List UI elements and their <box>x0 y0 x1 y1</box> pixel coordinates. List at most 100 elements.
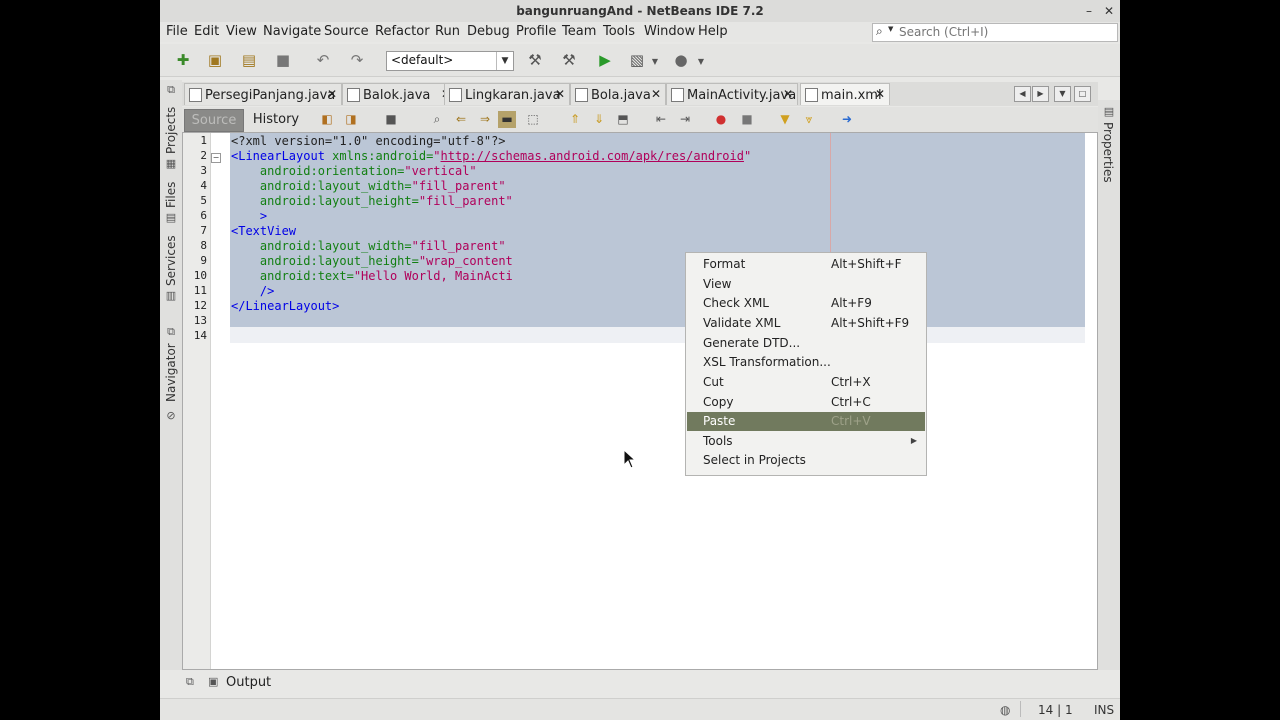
toggle-highlight-icon[interactable]: ▬ <box>498 111 516 128</box>
validate-xml-icon[interactable]: ⩔ <box>800 111 818 128</box>
menu-tools[interactable]: Tools <box>603 24 635 39</box>
menu-help[interactable]: Help <box>698 24 728 39</box>
menu-edit[interactable]: Edit <box>194 24 219 39</box>
menu-file[interactable]: File <box>166 24 188 39</box>
properties-tab[interactable]: Properties <box>1101 122 1115 183</box>
save-all-icon[interactable]: ■ <box>272 50 294 70</box>
menu-item-copy[interactable]: Copy Ctrl+C <box>687 393 925 412</box>
menu-item-select-in-projects[interactable]: Select in Projects <box>687 451 925 470</box>
search-dropdown-icon[interactable]: ▼ <box>888 25 893 33</box>
menu-item-xsl-transformation[interactable]: XSL Transformation... <box>687 353 925 372</box>
show-opened-documents-icon[interactable]: ▼ <box>1054 86 1071 102</box>
close-icon[interactable]: ✕ <box>1101 3 1117 19</box>
close-icon[interactable]: ✕ <box>783 87 793 101</box>
find-icon[interactable]: ⌕ <box>428 111 446 128</box>
build-hammer-icon[interactable]: ⚒ <box>524 50 546 70</box>
new-file-icon[interactable]: ✚ <box>172 50 194 70</box>
minimize-icon[interactable]: – <box>1081 3 1097 19</box>
menu-item-tools[interactable]: Tools ▶ <box>687 432 925 451</box>
menu-navigate[interactable]: Navigate <box>263 24 321 39</box>
menu-refactor[interactable]: Refactor <box>375 24 430 39</box>
files-tab[interactable]: Files <box>164 182 178 208</box>
menu-source[interactable]: Source <box>324 24 369 39</box>
next-bookmark-icon[interactable]: ⇓ <box>590 111 608 128</box>
scroll-tabs-left-icon[interactable]: ◀ <box>1014 86 1031 102</box>
search-box[interactable]: ⌕ ▼ <box>872 23 1118 42</box>
menu-item-paste[interactable]: Paste Ctrl+V <box>687 412 925 431</box>
restore-navigator-icon[interactable]: ⧉ <box>165 326 177 338</box>
restore-output-icon[interactable]: ⧉ <box>186 675 194 689</box>
menu-item-generate-dtd[interactable]: Generate DTD... <box>687 334 925 353</box>
menu-window[interactable]: Window <box>644 24 695 39</box>
source-view-button[interactable]: Source <box>184 109 244 132</box>
menu-item-label: Validate XML <box>703 316 781 330</box>
forward-icon[interactable]: ■ <box>382 111 400 128</box>
tab-persegipanjang[interactable]: PersegiPanjang.java ✕ <box>184 83 342 105</box>
menu-item-cut[interactable]: Cut Ctrl+X <box>687 373 925 392</box>
maximize-window-icon[interactable]: □ <box>1074 86 1091 102</box>
code-editor[interactable]: 1 2 3 4 5 6 7 8 9 10 11 12 13 14 − <?xml… <box>182 132 1098 670</box>
clean-build-icon[interactable]: ⚒ <box>558 50 580 70</box>
check-xml-icon[interactable]: ▼ <box>776 111 794 128</box>
profile-icon[interactable]: ● <box>670 50 692 70</box>
menu-item-view[interactable]: View <box>687 275 925 294</box>
menu-run[interactable]: Run <box>435 24 460 39</box>
output-icon: ▣ <box>208 675 219 688</box>
java-file-icon <box>671 88 684 102</box>
tab-bola[interactable]: Bola.java ✕ <box>570 83 666 105</box>
close-icon[interactable]: ✕ <box>875 87 885 101</box>
find-next-icon[interactable]: ⇒ <box>476 111 494 128</box>
last-edit-icon[interactable]: ◧ <box>318 111 336 128</box>
navigator-tab[interactable]: Navigator <box>164 343 178 402</box>
xml-value: "Hello World, MainActi <box>353 269 513 283</box>
close-icon[interactable]: ✕ <box>555 87 565 101</box>
tab-balok[interactable]: Balok.java ✕ <box>342 83 456 105</box>
menu-view[interactable]: View <box>226 24 257 39</box>
menu-item-shortcut: Alt+Shift+F9 <box>831 316 910 330</box>
line-number: 5 <box>200 194 207 207</box>
menu-item-format[interactable]: Format Alt+Shift+F <box>687 255 925 274</box>
tab-mainactivity[interactable]: MainActivity.java ✕ <box>666 83 798 105</box>
menu-team[interactable]: Team <box>562 24 596 39</box>
restore-window-icon[interactable]: ⧉ <box>165 84 177 96</box>
find-previous-icon[interactable]: ⇐ <box>452 111 470 128</box>
shift-left-icon[interactable]: ⇤ <box>652 111 670 128</box>
start-macro-icon[interactable]: ● <box>712 111 730 128</box>
xml-namespace-url[interactable]: http://schemas.android.com/apk/res/andro… <box>441 149 744 163</box>
output-tab[interactable]: Output <box>226 675 271 690</box>
configuration-value: <default> <box>391 53 454 67</box>
back-icon[interactable]: ◨ <box>342 111 360 128</box>
menu-item-validate-xml[interactable]: Validate XML Alt+Shift+F9 <box>687 314 925 333</box>
run-icon[interactable]: ▶ <box>594 50 616 70</box>
new-project-icon[interactable]: ▣ <box>204 50 226 70</box>
search-input[interactable] <box>899 25 1109 39</box>
open-project-icon[interactable]: ▤ <box>238 50 260 70</box>
shift-right-icon[interactable]: ⇥ <box>676 111 694 128</box>
notifications-icon[interactable]: ◍ <box>1000 703 1010 717</box>
profile-dropdown-icon[interactable]: ▼ <box>690 52 712 72</box>
toggle-bookmark-icon[interactable]: ⬒ <box>614 111 632 128</box>
stop-macro-icon[interactable]: ■ <box>738 111 756 128</box>
redo-icon[interactable]: ↷ <box>346 50 368 70</box>
menu-debug[interactable]: Debug <box>467 24 510 39</box>
scroll-tabs-right-icon[interactable]: ▶ <box>1032 86 1049 102</box>
previous-bookmark-icon[interactable]: ⇑ <box>566 111 584 128</box>
projects-tab[interactable]: Projects <box>164 107 178 154</box>
code-line: <?xml version="1.0" encoding="utf-8"?> <box>231 134 506 149</box>
services-tab[interactable]: Services <box>164 235 178 286</box>
undo-icon[interactable]: ↶ <box>312 50 334 70</box>
close-icon[interactable]: ✕ <box>651 87 661 101</box>
xml-attribute: android:layout_height= <box>231 254 419 268</box>
tab-main-xml[interactable]: main.xml ✕ <box>800 83 890 105</box>
fold-toggle-icon[interactable]: − <box>211 153 221 163</box>
menu-item-check-xml[interactable]: Check XML Alt+F9 <box>687 294 925 313</box>
configuration-select[interactable]: <default> ▼ <box>386 51 514 71</box>
tab-lingkaran[interactable]: Lingkaran.java ✕ <box>444 83 570 105</box>
toggle-rect-selection-icon[interactable]: ⬚ <box>524 111 542 128</box>
history-view-button[interactable]: History <box>248 109 304 130</box>
xsl-transform-icon[interactable]: ➜ <box>838 111 856 128</box>
menu-profile[interactable]: Profile <box>516 24 556 39</box>
mouse-cursor-icon <box>623 449 637 469</box>
close-icon[interactable]: ✕ <box>327 87 337 101</box>
debug-dropdown-icon[interactable]: ▼ <box>644 52 666 72</box>
